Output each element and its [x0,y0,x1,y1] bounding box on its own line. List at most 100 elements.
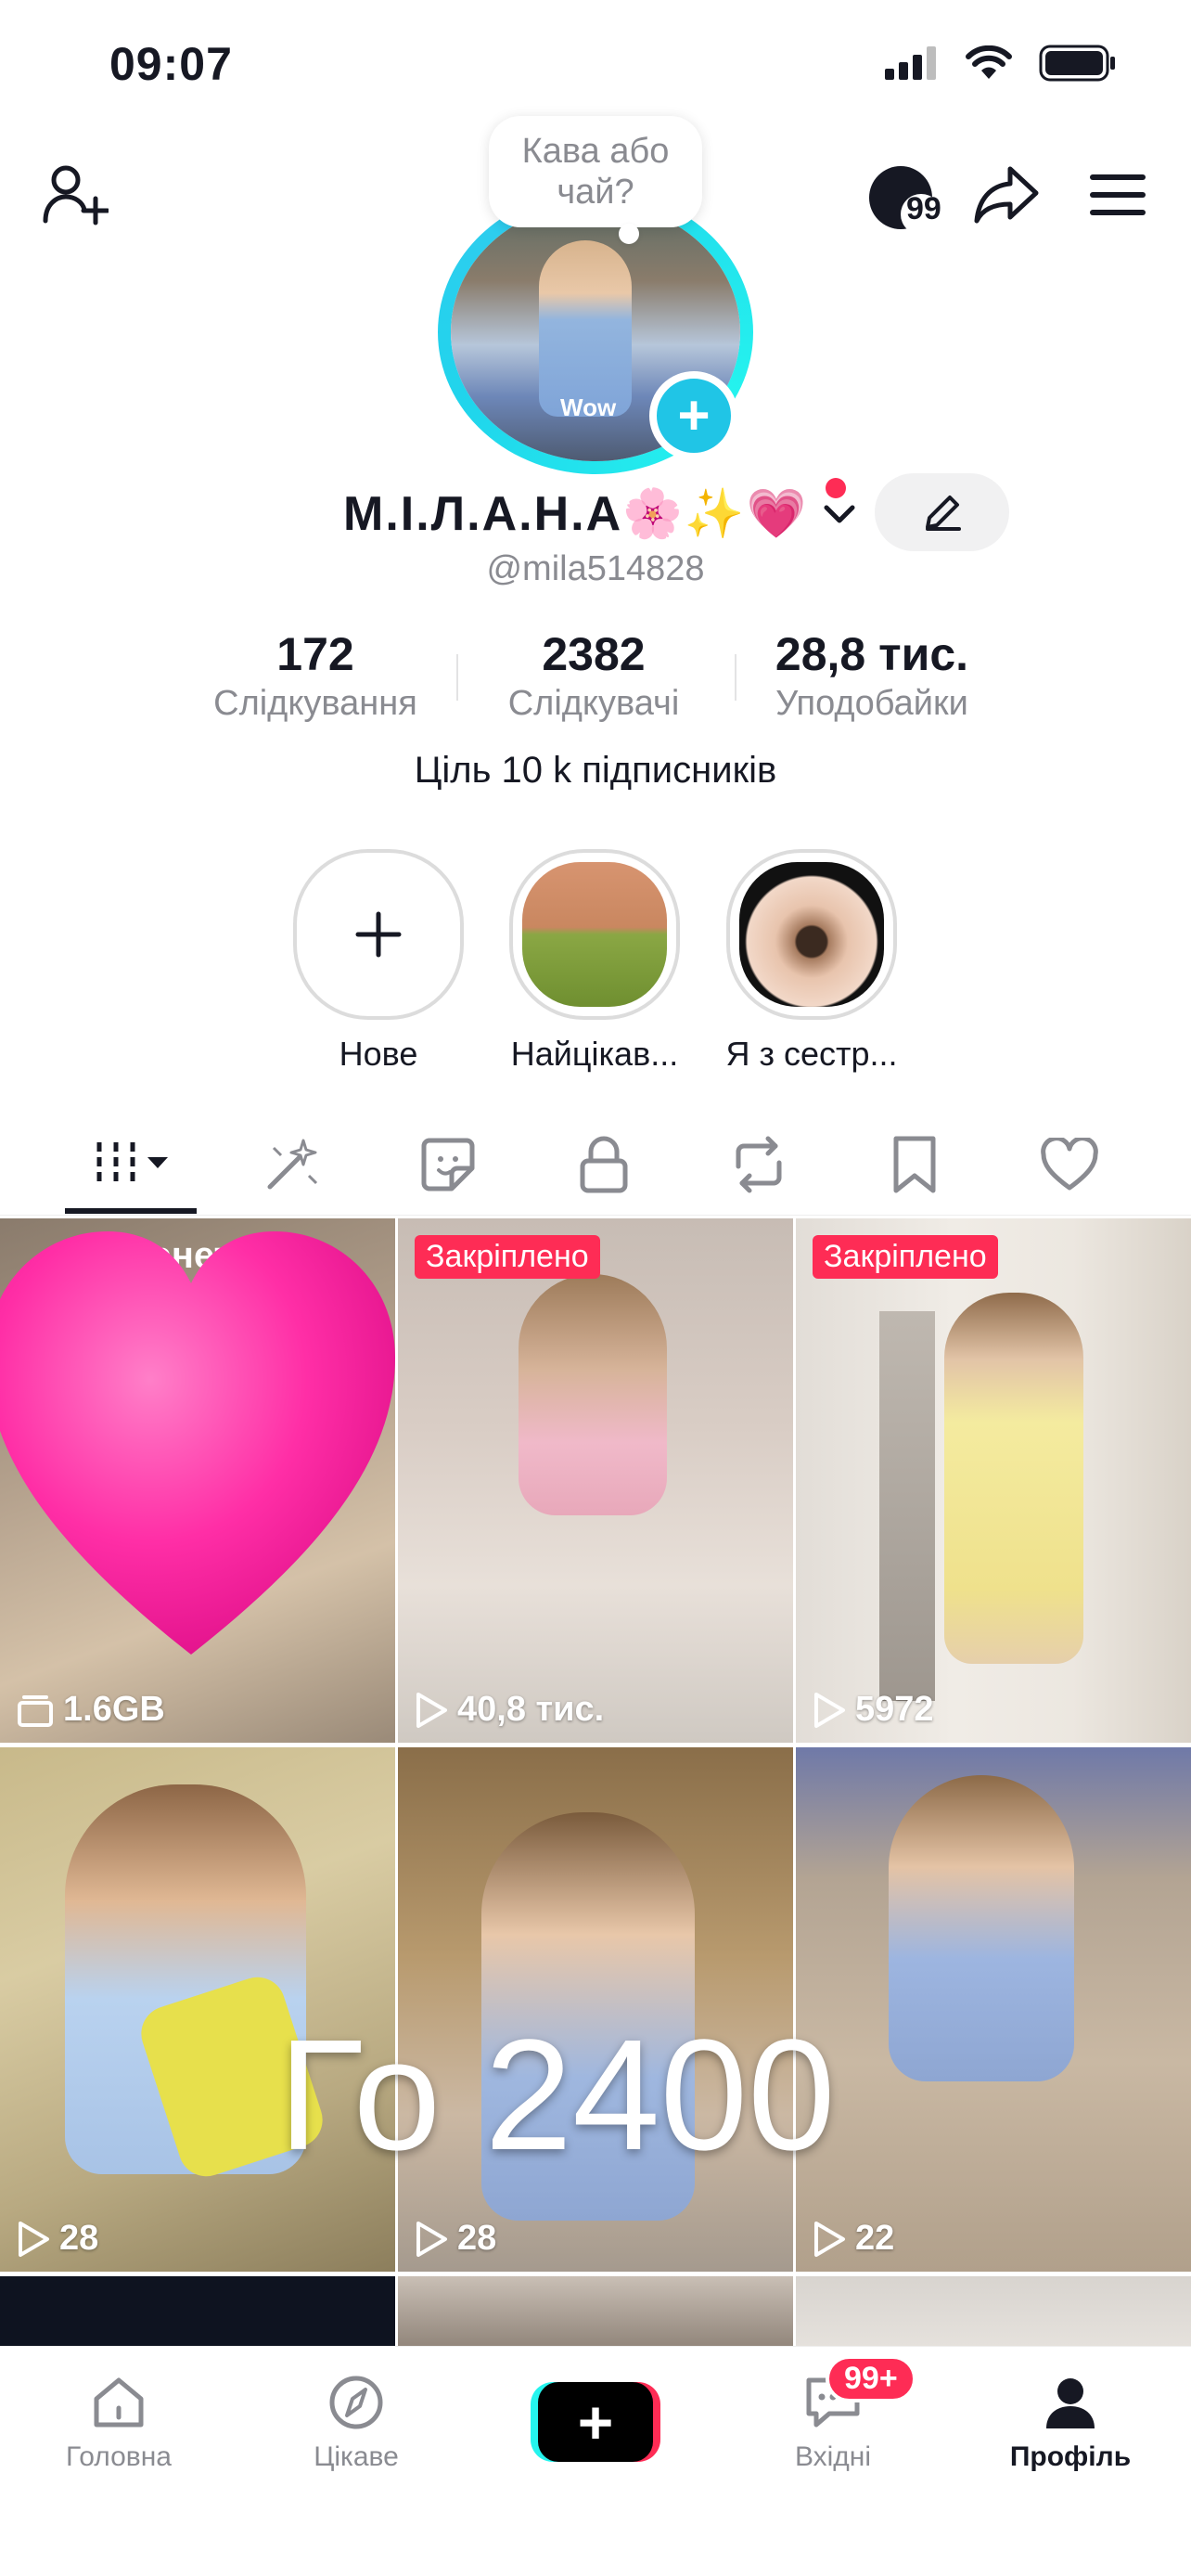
highlight-label: Нове [339,1035,418,1073]
bottom-navigation: Головна Цікаве + Вхідні Профіль [0,2346,1191,2576]
view-count: 28 [457,2219,497,2258]
play-icon [416,2221,447,2257]
avatar-caption: Wow [560,393,617,421]
video-overlay-text: Го 2400 [278,2007,836,2183]
chevron-down-icon [824,505,855,523]
share-profile-button[interactable] [965,153,1048,237]
highlight-thumbnail [739,862,884,1007]
stat-value: 172 [276,628,354,680]
add-user-icon [43,165,109,225]
cellular-signal-icon [885,46,936,80]
nav-profile[interactable]: Профіль [978,2367,1163,2473]
video-thumbnail[interactable] [0,2276,395,2351]
view-count: 28 [59,2219,99,2258]
nav-label: Профіль [1009,2441,1132,2472]
nav-discover[interactable]: Цікаве [263,2367,449,2473]
wifi-icon [966,45,1012,79]
pencil-icon [925,496,961,531]
tab-private[interactable] [557,1132,650,1197]
share-arrow-icon [974,166,1039,224]
profile-bio: Ціль 10 k підписників [414,750,777,791]
display-name: М.І.Л.А.Н.А🌸✨💗 [343,486,809,541]
video-meta: 22 [813,2219,894,2259]
video-meta: 40,8 тис. [415,1690,604,1730]
highlight-new[interactable]: Нове [290,849,467,1074]
stat-followers[interactable]: 2382 Слідкувачі [482,626,705,725]
plus-icon [355,911,402,958]
video-thumbnail[interactable] [796,2276,1191,2351]
status-icons [885,45,1117,82]
status-time: 09:07 [109,38,233,90]
compass-icon [329,2376,383,2429]
profile-person-icon [1046,2378,1095,2428]
inbox-badge: 99+ [826,2355,916,2402]
highlight-thumbnail [522,862,667,1007]
create-plus-icon: + [538,2382,653,2462]
tab-reposts[interactable] [712,1132,805,1197]
video-thumbnail[interactable]: Закріплено 5972 [796,1218,1191,1743]
highlight-item[interactable]: Найцікав... [506,849,683,1074]
avatar-figure [539,240,632,417]
stat-label: Слідкувачі [507,684,680,723]
nav-label: Вхідні [794,2441,872,2472]
lock-icon [580,1136,628,1193]
video-thumbnail[interactable] [398,2276,793,2351]
username: @mila514828 [486,549,705,588]
video-meta-text: 1.6GB [63,1690,165,1729]
video-meta: 5972 [813,1690,934,1730]
view-count: 22 [855,2219,895,2258]
home-icon [94,2377,144,2428]
video-thumbnail[interactable]: 22 [796,1747,1191,2272]
tab-sparkle[interactable] [246,1132,339,1197]
video-meta: 28 [415,2219,496,2259]
play-icon [814,2221,845,2257]
profile-stats: 172 Слідкування 2382 Слідкувачі 28,8 тис… [0,626,1191,728]
stat-label: Слідкування [213,684,417,723]
pinned-badge: Закріплено [813,1235,998,1279]
video-meta: 1.6GB [17,1690,165,1730]
tab-stickers[interactable] [402,1132,494,1197]
highlight-label: Я з сестр... [725,1035,898,1073]
edit-profile-button[interactable] [875,473,1009,551]
drafts-cell[interactable]: Чернетки 1.6GB [0,1218,395,1743]
create-button[interactable]: + [531,2382,660,2462]
battery-icon [1039,45,1115,82]
tab-liked[interactable] [1023,1132,1116,1197]
menu-button[interactable] [1076,153,1159,237]
notification-dot [826,478,846,498]
stat-value: 28,8 тис. [775,628,969,680]
video-meta: 28 [17,2219,98,2259]
grid-filter-icon [96,1142,168,1187]
active-tab-indicator [65,1208,197,1214]
drafts-stack-icon [18,1694,53,1727]
view-count: 5972 [855,1690,934,1729]
status-bar: 09:07 [0,0,1191,130]
play-icon [19,2221,49,2257]
heart-outline-icon [1041,1138,1098,1191]
video-thumbnail[interactable]: Закріплено 40,8 тис. [398,1218,793,1743]
coins-button[interactable]: 99 [858,156,951,239]
coins-badge: 99 [906,191,941,226]
tab-videos[interactable] [83,1132,186,1197]
hamburger-menu-icon [1090,174,1146,215]
add-friend-button[interactable] [33,153,117,237]
stat-label: Уподобайки [775,684,968,723]
stat-likes[interactable]: 28,8 тис. Уподобайки [756,626,988,725]
repost-icon [736,1136,782,1193]
nav-label: Головна [66,2441,172,2472]
play-icon [416,1692,447,1728]
name-row[interactable]: М.І.Л.А.Н.А🌸✨💗 [343,478,858,548]
profile-tabs [0,1114,1191,1216]
pinned-badge: Закріплено [415,1235,600,1279]
sticker-icon [421,1138,475,1191]
view-count: 40,8 тис. [457,1690,605,1729]
nav-home[interactable]: Головна [26,2367,211,2473]
note-bubble[interactable]: Кава або чай? [489,116,702,244]
nav-label: Цікаве [314,2441,399,2472]
add-story-button[interactable]: + [649,371,738,460]
stat-value: 2382 [542,628,646,680]
tab-favorites[interactable] [868,1132,961,1197]
stat-following[interactable]: 172 Слідкування [204,626,427,725]
play-icon [814,1692,845,1728]
highlight-item[interactable]: Я з сестр... [724,849,900,1074]
